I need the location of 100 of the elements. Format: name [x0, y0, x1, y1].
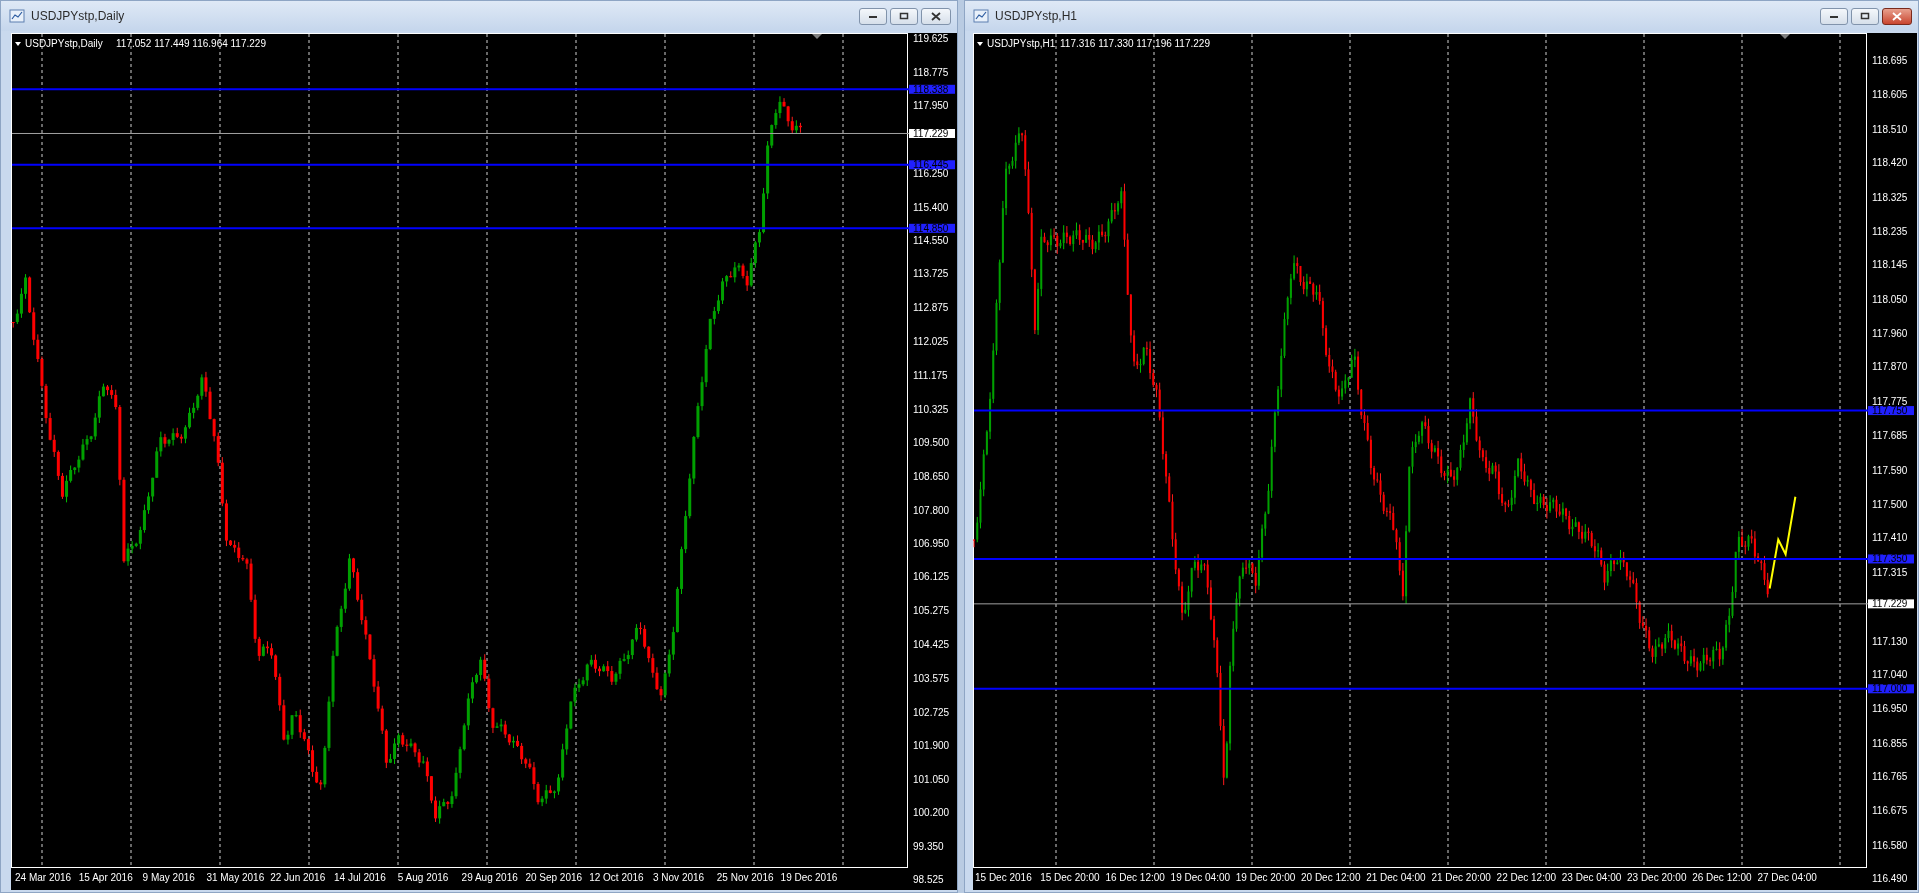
minimize-icon: [868, 13, 878, 19]
shift-marker-icon[interactable]: [812, 34, 822, 39]
minimize-icon: [1829, 13, 1839, 19]
restore-button[interactable]: [890, 7, 918, 25]
price-label: 99.350: [913, 841, 944, 853]
price-label: 117.775: [1872, 396, 1908, 408]
restore-icon: [899, 12, 909, 20]
price-label: 111.175: [913, 370, 948, 381]
price-label: 113.725: [913, 268, 949, 280]
chart-icon: [9, 8, 25, 24]
price-label: 117.950: [913, 99, 949, 111]
date-label: 27 Dec 04:00: [1757, 872, 1817, 883]
price-label: 104.425: [913, 639, 950, 651]
date-label: 25 Nov 2016: [716, 872, 774, 883]
price-label: 118.420: [1872, 157, 1908, 169]
price-label: 114.550: [913, 235, 949, 247]
price-label: 118.695: [1872, 55, 1908, 67]
price-label: 118.605: [1872, 88, 1908, 100]
shift-marker-icon[interactable]: [1780, 34, 1790, 39]
price-label: 118.325: [1872, 192, 1908, 204]
price-label: 109.500: [913, 436, 950, 448]
date-label: 19 Dec 04:00: [1170, 872, 1231, 883]
price-label: 117.590: [1872, 465, 1908, 477]
window-title: USDJPYstp,H1: [995, 9, 1079, 23]
date-label: 29 Aug 2016: [461, 872, 518, 883]
ohlc-values: 117.052 117.449 116.964 117.229: [116, 38, 266, 49]
date-label: 16 Dec 12:00: [1105, 872, 1165, 883]
ohlc-values: 117.316 117.330 117.196 117.229: [1060, 38, 1210, 49]
date-label: 21 Dec 20:00: [1431, 872, 1491, 883]
level-price-tag: 117.350: [1868, 553, 1914, 565]
date-label: 3 Nov 2016: [653, 872, 705, 883]
date-label: 23 Dec 20:00: [1627, 872, 1687, 883]
price-label: 118.510: [1872, 123, 1908, 135]
date-label: 20 Dec 12:00: [1301, 872, 1361, 883]
date-label: 14 Jul 2016: [334, 872, 386, 883]
close-icon: [931, 11, 941, 21]
date-label: 19 Dec 20:00: [1235, 872, 1296, 883]
price-label: 117.130: [1872, 635, 1908, 647]
price-label: 110.325: [913, 403, 949, 415]
close-button[interactable]: [1882, 7, 1912, 25]
bid-price-tag: 117.229: [1868, 598, 1914, 610]
price-label: 116.580: [1872, 839, 1908, 851]
date-label: 24 Mar 2016: [15, 872, 72, 883]
price-label: 119.625: [913, 33, 949, 45]
price-label: 118.050: [1872, 294, 1908, 306]
minimize-button[interactable]: [859, 7, 887, 25]
price-label: 118.775: [913, 67, 949, 79]
price-label: 115.400: [913, 201, 949, 213]
price-label: 106.950: [913, 538, 950, 550]
price-label: 116.675: [1872, 804, 1908, 816]
price-label: 117.870: [1872, 361, 1908, 373]
close-icon: [1892, 11, 1902, 21]
price-label: 117.410: [1872, 531, 1908, 543]
price-label: 116.490: [1872, 873, 1908, 885]
level-price-tag: 118.338: [909, 83, 955, 95]
date-label: 5 Aug 2016: [397, 872, 449, 883]
price-label: 112.025: [913, 336, 949, 348]
price-label: 117.040: [1872, 669, 1908, 681]
date-label: 22 Jun 2016: [270, 872, 326, 883]
minimize-button[interactable]: [1820, 7, 1848, 25]
date-label: 22 Dec 12:00: [1496, 872, 1557, 883]
level-price-tag: 116.445: [909, 159, 955, 171]
price-label: 118.235: [1872, 225, 1908, 237]
price-label: 116.950: [1872, 702, 1908, 714]
restore-button[interactable]: [1851, 7, 1879, 25]
price-label: 107.800: [913, 504, 950, 516]
date-label: 12 Oct 2016: [589, 872, 644, 883]
price-label: 117.685: [1872, 429, 1908, 441]
date-label: 20 Sep 2016: [525, 872, 583, 883]
window-title: USDJPYstp,Daily: [31, 9, 126, 23]
bid-price-tag: 117.229: [909, 128, 955, 139]
price-label: 105.275: [913, 605, 950, 617]
price-label: 117.500: [1872, 498, 1908, 510]
level-price-tag: 114.850: [909, 222, 955, 234]
level-price-tag: 117.750: [1868, 405, 1914, 417]
date-label: 23 Dec 04:00: [1561, 872, 1622, 883]
date-label: 15 Apr 2016: [78, 872, 133, 883]
date-label: 26 Dec 12:00: [1692, 872, 1752, 883]
price-label: 116.855: [1872, 737, 1908, 749]
date-label: 31 May 2016: [206, 872, 265, 883]
triangle-icon[interactable]: [977, 42, 983, 46]
close-button[interactable]: [921, 7, 951, 25]
triangle-icon[interactable]: [15, 42, 21, 46]
date-label: 15 Dec 2016: [975, 872, 1032, 883]
price-label: 102.725: [913, 706, 950, 718]
restore-icon: [1860, 12, 1870, 20]
price-label: 117.315: [1872, 567, 1908, 579]
price-label: 108.650: [913, 470, 950, 482]
price-label: 117.960: [1872, 327, 1908, 339]
price-label: 118.145: [1872, 259, 1908, 271]
price-label: 100.200: [913, 807, 950, 819]
price-label: 106.125: [913, 571, 950, 583]
date-label: 9 May 2016: [142, 872, 195, 883]
chart-symbol: USDJPYstp,Daily: [25, 38, 103, 49]
price-label: 103.575: [913, 672, 950, 684]
price-label: 98.525: [913, 874, 944, 886]
level-price-tag: 117.000: [1868, 683, 1914, 695]
date-label: 19 Dec 2016: [780, 872, 838, 883]
chart-symbol: USDJPYstp,H1: [987, 38, 1056, 49]
chart-icon: [973, 8, 989, 24]
